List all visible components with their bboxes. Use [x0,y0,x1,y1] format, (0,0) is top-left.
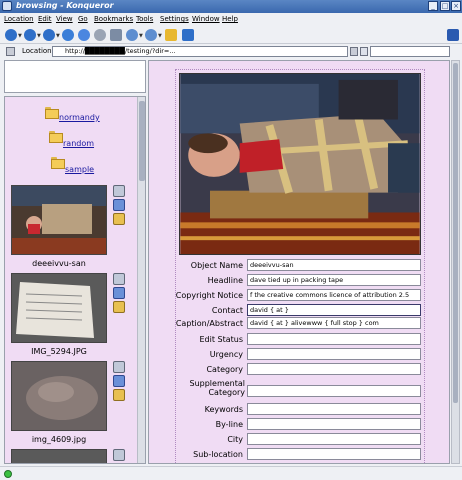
menu-view[interactable]: View [56,15,73,23]
menu-bar: Location Edit View Go Bookmarks Tools Se… [0,14,462,25]
folder-link-normandy[interactable]: normandy [59,113,100,122]
thumbnail-image[interactable] [11,273,107,343]
field-label-by-line: By-line [215,420,243,429]
field-label-urgency: Urgency [209,350,243,359]
edit-info-icon[interactable] [113,287,125,299]
field-label-category: Category [206,365,243,374]
clear-location-icon[interactable] [6,47,15,56]
edit-status-input[interactable] [247,333,421,345]
edit-info-icon[interactable] [113,199,125,211]
field-label-city: City [227,435,243,444]
window-title: browsing - Konqueror [16,1,114,10]
main-content: Object Name deeeivvu-san Headline dave t… [148,60,450,464]
folder-link-sample[interactable]: sample [65,165,94,174]
location-label: Location: [22,47,54,55]
location-dropdown-icon[interactable] [350,47,358,56]
search-input[interactable] [370,46,450,57]
menu-window[interactable]: Window [192,15,220,23]
edit-info-icon[interactable] [113,375,125,387]
stop-icon[interactable] [94,29,106,41]
properties-icon[interactable] [113,301,125,313]
minimize-icon[interactable]: _ [428,1,438,11]
sidebar-scrollbar[interactable] [137,97,145,463]
forward-dropdown-icon[interactable]: ▼ [37,33,42,39]
zoom-in-icon[interactable] [126,29,138,41]
folder-icon[interactable] [49,131,63,143]
folder-icon[interactable] [45,107,59,119]
object-name-input[interactable]: deeeivvu-san [247,259,421,271]
security-lock-icon[interactable] [165,29,177,41]
field-label-contact: Contact [211,306,243,315]
maximize-icon[interactable]: □ [440,1,450,11]
zoom-out-icon[interactable] [145,29,157,41]
headline-input[interactable]: dave tied up in packing tape [247,274,421,286]
up-icon[interactable] [43,29,55,41]
status-indicator-icon [4,470,12,478]
menu-settings[interactable]: Settings [160,15,189,23]
menu-go[interactable]: Go [78,15,88,23]
thumbnail-image[interactable] [11,361,107,431]
back-icon[interactable] [5,29,17,41]
main-toolbar: ▼ ▼ ▼ ▼ ▼ [0,26,462,44]
forward-icon[interactable] [24,29,36,41]
caption-abstract-input[interactable]: david { at } alivewww { full stop } com [247,317,421,329]
sub-location-input[interactable] [247,448,421,460]
menu-location[interactable]: Location [4,15,34,23]
by-line-input[interactable] [247,418,421,430]
up-dropdown-icon[interactable]: ▼ [56,33,61,39]
folder-link-random[interactable]: random [63,139,94,148]
menu-tools[interactable]: Tools [136,15,153,23]
field-label-object-name: Object Name [190,261,243,270]
zoom-icon[interactable] [113,185,125,197]
field-label-keywords: Keywords [204,405,243,414]
folder-icon[interactable] [51,157,65,169]
zoom-icon[interactable] [113,273,125,285]
print-icon[interactable] [110,29,122,41]
thumbnail-image[interactable] [11,449,107,463]
thumbnail-caption: img_4609.jpg [31,435,87,444]
thumbnail-caption: deeeivvu-san [32,259,86,268]
title-bar[interactable]: browsing - Konqueror _ □ × [0,0,462,13]
back-dropdown-icon[interactable]: ▼ [18,33,23,39]
contact-input[interactable]: david { at } [247,304,421,316]
sidebar-browse-panel: normandy random sample deeeivvu-san IMG_… [4,96,146,464]
zoom-icon[interactable] [113,361,125,373]
properties-icon[interactable] [113,213,125,225]
location-input[interactable]: http://████████/testing/?dir=... [52,46,348,57]
menu-bookmarks[interactable]: Bookmarks [94,15,133,23]
field-label-copyright-notice: Copyright Notice [175,291,243,300]
sidebar-empty-panel [4,60,146,93]
close-icon[interactable]: × [451,1,461,11]
menu-edit[interactable]: Edit [38,15,52,23]
zoom-icon[interactable] [113,449,125,461]
field-label-supplemental-category: Supplemental Category [189,379,246,397]
reload-icon[interactable] [78,29,90,41]
thumbnail-image[interactable] [11,185,107,255]
field-label-sub-location: Sub-location [193,450,243,459]
go-button[interactable] [360,47,368,56]
urgency-input[interactable] [247,348,421,360]
copyright-notice-input[interactable]: f the creative commons licence of attrib… [247,289,421,301]
status-bar [0,466,462,480]
thumbnail-caption: IMG_5294.JPG [31,347,87,356]
city-input[interactable] [247,433,421,445]
properties-icon[interactable] [113,389,125,401]
category-input[interactable] [247,363,421,375]
main-scrollbar[interactable] [451,60,460,464]
home-icon[interactable] [62,29,74,41]
keywords-input[interactable] [247,403,421,415]
zoom-in-dropdown-icon[interactable]: ▼ [139,33,144,39]
main-photo[interactable] [179,73,421,255]
supplemental-category-input[interactable] [247,385,421,397]
field-label-headline: Headline [207,276,243,285]
konqueror-icon[interactable] [2,1,12,11]
field-label-caption-abstract: Caption/Abstract [175,319,243,328]
menu-help[interactable]: Help [222,15,238,23]
field-label-edit-status: Edit Status [199,335,243,344]
view-mode-icon[interactable] [182,29,194,41]
location-bar: Location: http://████████/testing/?dir=.… [0,45,462,58]
konqueror-throbber-icon[interactable] [447,29,459,41]
zoom-out-dropdown-icon[interactable]: ▼ [158,33,163,39]
